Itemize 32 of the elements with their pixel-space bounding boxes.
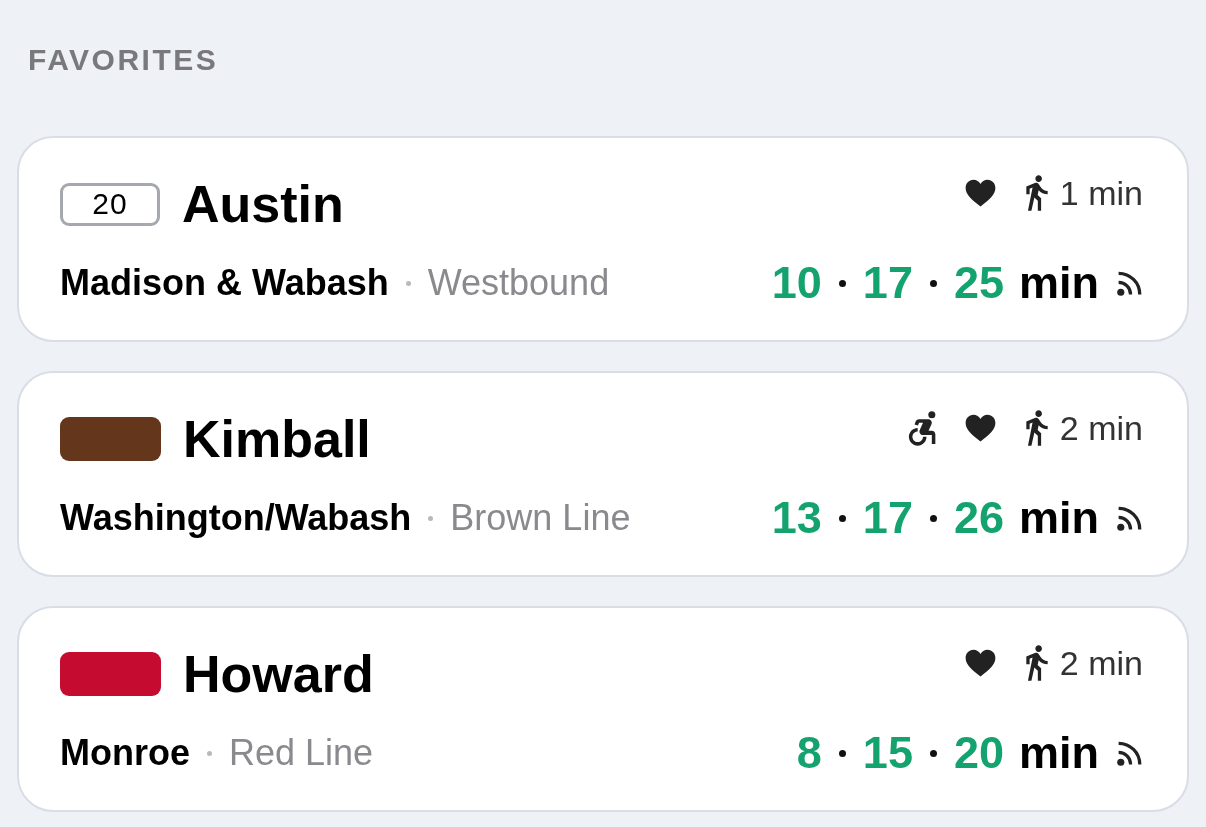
walking-person-icon bbox=[1025, 175, 1048, 211]
direction-label: Red Line bbox=[229, 731, 374, 775]
stop-name: Washington/Wabash bbox=[60, 496, 412, 540]
walk-time: 2 min bbox=[1059, 643, 1143, 683]
destination-title: Austin bbox=[182, 174, 344, 235]
favorite-card[interactable]: Howard 2 min Monroe Red Line 8 15 20 min bbox=[17, 606, 1189, 812]
arrival-time: 8 bbox=[796, 727, 822, 779]
favorite-card[interactable]: 20 Austin 1 min Madison & Wabash Westbound 10 17 25 min bbox=[17, 136, 1189, 342]
arrival-time: 26 bbox=[953, 492, 1004, 544]
arrival-time: 13 bbox=[771, 492, 822, 544]
arrival-time: 17 bbox=[862, 257, 913, 309]
stop-name: Madison & Wabash bbox=[60, 261, 389, 305]
arrival-unit: min bbox=[1019, 257, 1099, 309]
arrival-time: 10 bbox=[771, 257, 822, 309]
arrival-time: 20 bbox=[953, 727, 1004, 779]
walk-time: 1 min bbox=[1059, 173, 1143, 213]
arrival-time: 15 bbox=[862, 727, 913, 779]
arrival-time: 17 bbox=[862, 492, 913, 544]
walk-time: 2 min bbox=[1059, 408, 1143, 448]
walking-person-icon bbox=[1025, 410, 1048, 446]
direction-label: Brown Line bbox=[450, 496, 631, 540]
favorite-card[interactable]: Kimball 2 min Washington/Wabash Brown Line 13 17 26 min bbox=[17, 371, 1189, 577]
arrival-unit: min bbox=[1019, 492, 1099, 544]
walking-person-icon bbox=[1025, 645, 1048, 681]
destination-title: Howard bbox=[183, 644, 374, 705]
direction-label: Westbound bbox=[427, 261, 610, 305]
destination-title: Kimball bbox=[183, 409, 371, 470]
arrival-time: 25 bbox=[953, 257, 1004, 309]
arrival-unit: min bbox=[1019, 727, 1099, 779]
stop-name: Monroe bbox=[60, 731, 190, 775]
route-number-badge: 20 bbox=[60, 182, 160, 226]
section-title: FAVORITES bbox=[27, 42, 219, 78]
